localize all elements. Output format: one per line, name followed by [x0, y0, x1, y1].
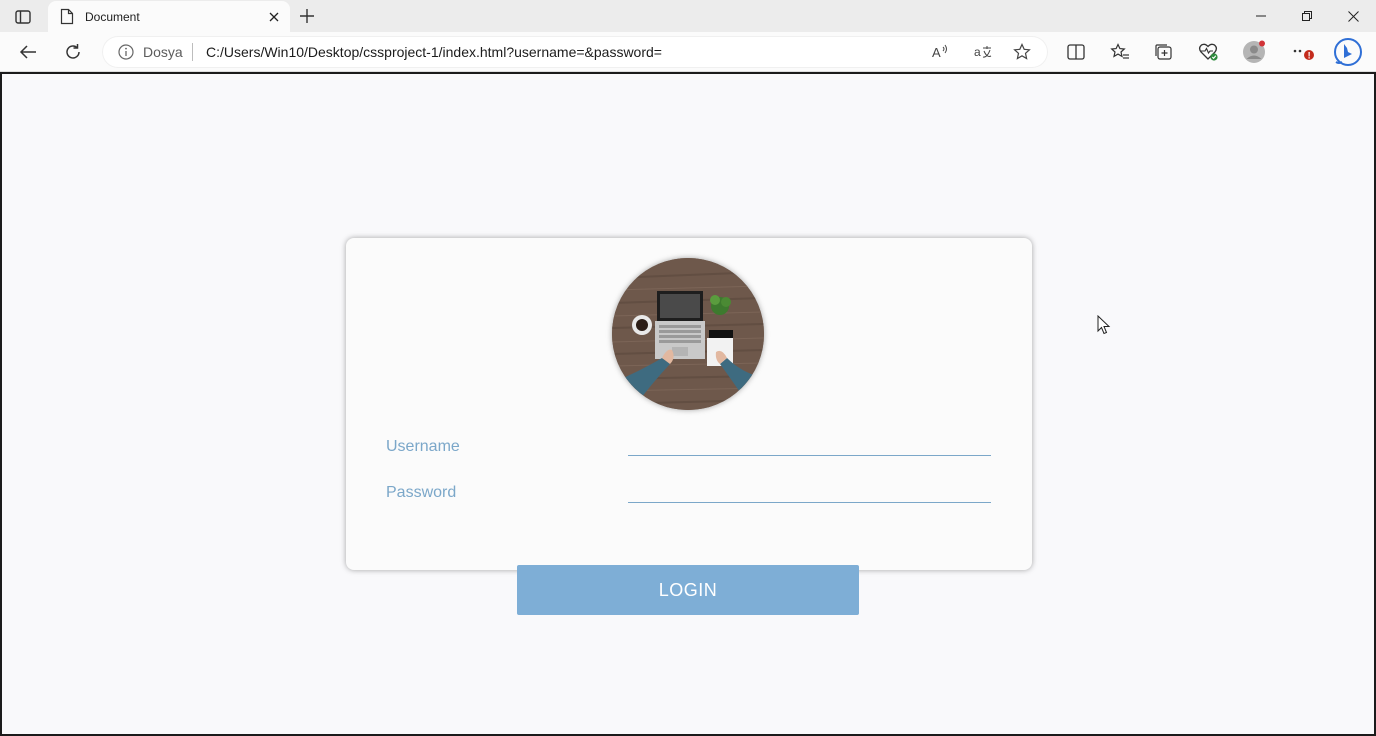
password-input[interactable]: [628, 481, 991, 503]
login-avatar-image: [612, 258, 764, 410]
new-tab-button[interactable]: [294, 4, 320, 28]
minimize-button[interactable]: [1238, 0, 1284, 32]
browser-tab[interactable]: Document: [48, 1, 290, 32]
site-info-label[interactable]: Dosya: [143, 44, 183, 60]
svg-text:A: A: [932, 45, 941, 60]
restore-button[interactable]: [1284, 0, 1330, 32]
bing-copilot-icon[interactable]: [1332, 36, 1364, 68]
minimize-icon: [1256, 15, 1266, 17]
favorites-icon[interactable]: [1107, 40, 1133, 64]
title-bar: Document: [0, 0, 1376, 32]
restore-icon: [1302, 11, 1312, 21]
more-menu-icon[interactable]: !: [1290, 40, 1316, 64]
tab-close-button[interactable]: [262, 5, 286, 29]
read-aloud-icon[interactable]: A: [929, 42, 953, 62]
login-card: Username Password: [346, 238, 1032, 570]
tab-actions-button[interactable]: [8, 4, 38, 30]
reload-icon: [66, 44, 80, 59]
address-separator: [192, 43, 193, 61]
document-icon: [60, 8, 74, 25]
reload-button[interactable]: [58, 38, 88, 66]
plus-icon: [300, 9, 314, 23]
browser-toolbar: Dosya C:/Users/Win10/Desktop/cssproject-…: [0, 32, 1376, 72]
svg-text:a: a: [974, 45, 981, 59]
window-close-button[interactable]: [1330, 0, 1376, 32]
url-text[interactable]: C:/Users/Win10/Desktop/cssproject-1/inde…: [206, 44, 662, 60]
mouse-cursor-icon: [1097, 315, 1111, 335]
username-label: Username: [386, 438, 460, 455]
close-icon: [1347, 10, 1359, 22]
profile-avatar-icon[interactable]: [1241, 40, 1267, 64]
address-bar[interactable]: Dosya C:/Users/Win10/Desktop/cssproject-…: [102, 36, 1048, 68]
tab-title: Document: [85, 9, 140, 24]
favorite-star-icon[interactable]: [1010, 42, 1034, 62]
tab-actions-icon: [15, 10, 31, 24]
close-icon: [269, 12, 279, 21]
back-button[interactable]: [13, 38, 43, 66]
info-icon[interactable]: [118, 44, 134, 60]
translate-icon[interactable]: a: [971, 42, 995, 62]
username-input[interactable]: [628, 434, 991, 456]
svg-text:!: !: [1308, 51, 1311, 61]
back-arrow-icon: [19, 45, 36, 59]
login-button[interactable]: LOGIN: [517, 565, 859, 615]
split-screen-icon[interactable]: [1063, 40, 1089, 64]
browser-essentials-icon[interactable]: [1196, 40, 1222, 64]
collections-icon[interactable]: [1151, 40, 1177, 64]
password-label: Password: [386, 484, 457, 501]
